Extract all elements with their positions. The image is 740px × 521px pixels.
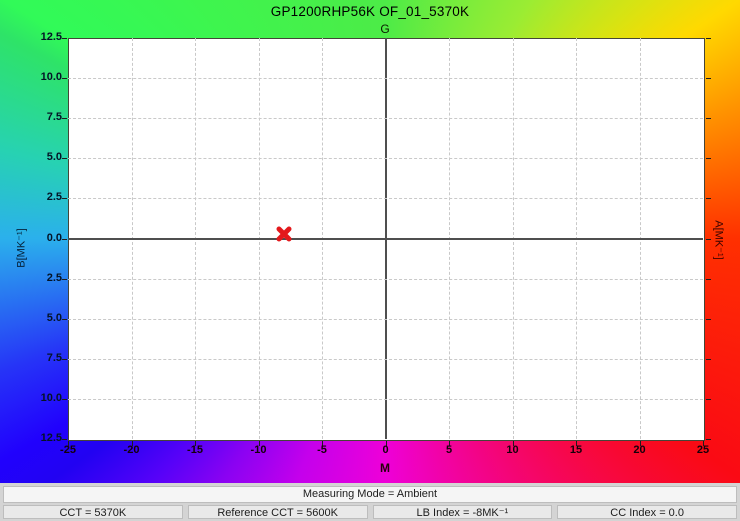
- bottom-axis-label-m: M: [380, 461, 390, 475]
- gridline-y--2.5: [68, 279, 703, 280]
- x-tick-label: 0: [366, 444, 406, 456]
- measurement-marker: [275, 225, 293, 243]
- x-tick-label: 10: [493, 444, 533, 456]
- x-tick-label: 5: [429, 444, 469, 456]
- y-tick-label: 2.5: [0, 272, 62, 284]
- y-tick-mark-right: [706, 78, 711, 79]
- y-tick-mark-right: [706, 439, 711, 440]
- y-tick-mark-left: [62, 399, 67, 400]
- y-tick-mark-right: [706, 38, 711, 39]
- y-tick-mark-left: [62, 439, 67, 440]
- y-tick-label: 10.0: [0, 392, 62, 404]
- cc-index-cell: CC Index = 0.0: [557, 505, 737, 519]
- x-tick-label: -15: [175, 444, 215, 456]
- gridline-y-5: [68, 158, 703, 159]
- gridline-y-2.5: [68, 198, 703, 199]
- y-tick-mark-right: [706, 198, 711, 199]
- reference-cct-cell: Reference CCT = 5600K: [188, 505, 368, 519]
- gridline-y--5: [68, 319, 703, 320]
- y-tick-mark-right: [706, 399, 711, 400]
- chart-title: GP1200RHP56K OF_01_5370K: [0, 4, 740, 19]
- lb-index-cell: LB Index = -8MK⁻¹: [373, 505, 553, 519]
- y-tick-label: 0.0: [0, 232, 62, 244]
- color-meter-chart-screen: GP1200RHP56K OF_01_5370K G B[MK⁻¹] A[MK⁻…: [0, 0, 740, 521]
- result-cell-row: CCT = 5370K Reference CCT = 5600K LB Ind…: [3, 505, 737, 519]
- y-tick-mark-right: [706, 118, 711, 119]
- y-tick-mark-left: [62, 239, 67, 240]
- y-tick-mark-right: [706, 279, 711, 280]
- y-tick-mark-left: [62, 198, 67, 199]
- y-tick-label: 5.0: [0, 312, 62, 324]
- right-axis-label-a: A[MK⁻¹]: [713, 220, 726, 259]
- y-tick-mark-left: [62, 279, 67, 280]
- x-marker-icon: [275, 225, 293, 243]
- y-tick-label: 7.5: [0, 111, 62, 123]
- y-tick-label: 5.0: [0, 151, 62, 163]
- y-tick-mark-left: [62, 359, 67, 360]
- y-tick-mark-right: [706, 359, 711, 360]
- y-tick-mark-left: [62, 319, 67, 320]
- x-tick-label: 15: [556, 444, 596, 456]
- x-tick-label: 25: [683, 444, 723, 456]
- y-tick-mark-left: [62, 78, 67, 79]
- y-tick-label: 12.5: [0, 432, 62, 444]
- y-tick-label: 7.5: [0, 352, 62, 364]
- gridline-y--10: [68, 399, 703, 400]
- x-tick-label: -25: [48, 444, 88, 456]
- y-tick-mark-left: [62, 38, 67, 39]
- y-tick-mark-right: [706, 239, 711, 240]
- x-tick-label: 20: [620, 444, 660, 456]
- y-tick-mark-right: [706, 319, 711, 320]
- top-axis-label-g: G: [380, 22, 389, 36]
- gridline-y-7.5: [68, 118, 703, 119]
- gridline-y-10: [68, 78, 703, 79]
- y-tick-mark-right: [706, 158, 711, 159]
- y-tick-label: 12.5: [0, 31, 62, 43]
- x-tick-label: -5: [302, 444, 342, 456]
- cct-cell: CCT = 5370K: [3, 505, 183, 519]
- x-tick-label: -10: [239, 444, 279, 456]
- x-tick-label: -20: [112, 444, 152, 456]
- y-tick-label: 2.5: [0, 191, 62, 203]
- footer-info-bars: Measuring Mode = Ambient CCT = 5370K Ref…: [0, 483, 740, 521]
- measuring-mode-bar: Measuring Mode = Ambient: [3, 486, 737, 503]
- gridline-y--7.5: [68, 359, 703, 360]
- y-tick-mark-left: [62, 118, 67, 119]
- y-tick-label: 10.0: [0, 71, 62, 83]
- plot-area: [68, 38, 705, 441]
- y-tick-mark-left: [62, 158, 67, 159]
- y-zero-axis: [68, 238, 703, 240]
